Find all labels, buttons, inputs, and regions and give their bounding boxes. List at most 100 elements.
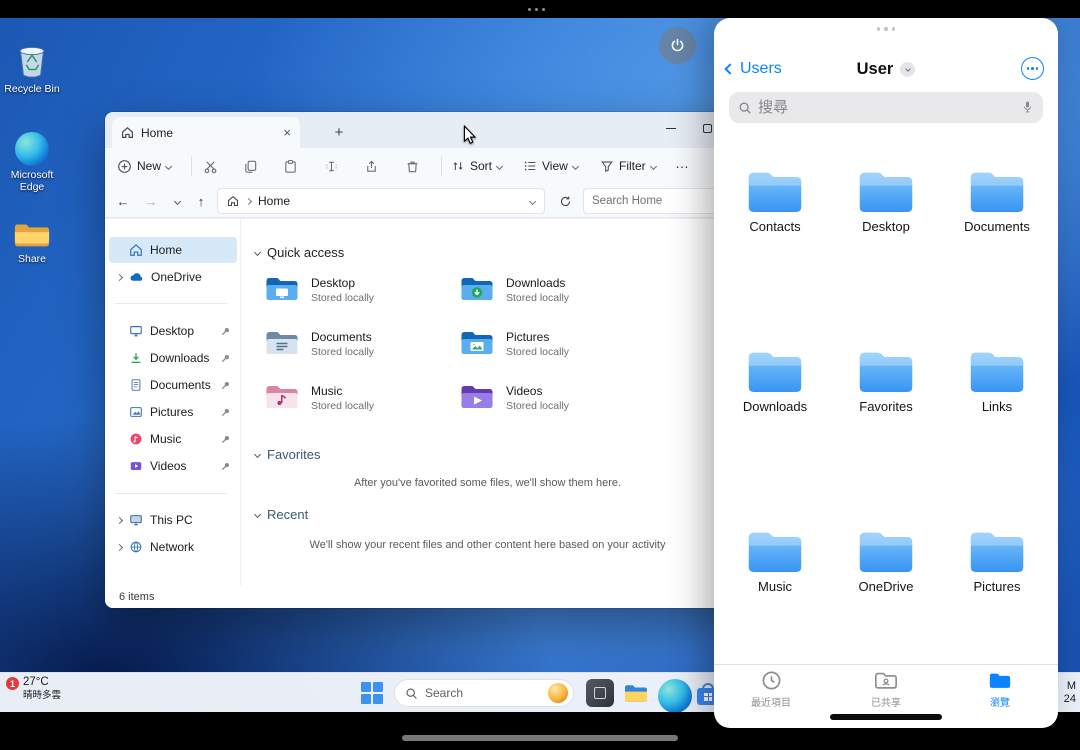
sidebar-item-label: Videos — [150, 459, 186, 473]
sidebar-item-home[interactable]: Home — [109, 237, 237, 263]
folder-item-downloads[interactable]: Downloads — [725, 348, 825, 414]
section-header-quick-access[interactable]: Quick access — [255, 245, 344, 260]
quick-access-item-videos[interactable]: Videos Stored locally — [460, 383, 650, 412]
power-button[interactable] — [659, 27, 696, 64]
rename-button[interactable] — [324, 148, 339, 184]
folder-item-favorites[interactable]: Favorites — [836, 348, 936, 414]
explorer-search-input[interactable] — [592, 195, 734, 207]
paste-icon — [283, 159, 298, 174]
files-app-panel[interactable]: Users User Contacts Desktop Documents Do… — [714, 18, 1058, 728]
quick-access-item-documents[interactable]: DocumentsStored locally — [265, 329, 455, 358]
refresh-button[interactable] — [553, 189, 577, 213]
ios-folder-icon — [747, 168, 803, 214]
copy-button[interactable] — [243, 148, 258, 184]
taskbar-search[interactable]: Search — [394, 679, 574, 707]
section-header-recent[interactable]: Recent — [255, 507, 308, 522]
sidebar-item-this-pc[interactable]: This PC — [109, 507, 237, 533]
sort-button[interactable]: Sort — [451, 148, 502, 184]
filter-button[interactable]: Filter — [600, 148, 656, 184]
files-title-group[interactable]: User — [714, 54, 1058, 84]
sidebar-item-music[interactable]: Music — [109, 426, 237, 452]
sidebar-item-downloads[interactable]: Downloads — [109, 345, 237, 371]
sidebar-item-desktop[interactable]: Desktop — [109, 318, 237, 344]
sidebar-item-label: Documents — [150, 378, 211, 392]
more-icon: … — [675, 155, 690, 171]
home-indicator[interactable] — [402, 735, 678, 741]
sidebar-item-pictures[interactable]: Pictures — [109, 399, 237, 425]
documents-folder-icon — [265, 329, 299, 357]
weather-widget[interactable]: 1 27°C 晴時多雲 — [6, 676, 61, 702]
more-options-button[interactable] — [1021, 57, 1044, 80]
music-folder-icon — [265, 383, 299, 411]
chevron-down-icon[interactable] — [529, 197, 536, 204]
explorer-tab-home[interactable]: Home × — [112, 117, 300, 148]
sidebar-item-onedrive[interactable]: OneDrive — [109, 264, 237, 290]
title-menu-icon[interactable] — [900, 62, 915, 77]
toolbar-more-button[interactable]: … — [675, 148, 690, 184]
pin-icon — [220, 461, 231, 472]
microphone-icon[interactable] — [1021, 99, 1034, 116]
back-button[interactable]: ← — [111, 189, 135, 213]
taskbar-app-dark-icon[interactable] — [586, 679, 614, 707]
stage-manager-menu-icon[interactable] — [528, 8, 545, 11]
quick-access-item-music[interactable]: MusicStored locally — [265, 383, 455, 412]
sidebar-item-network[interactable]: Network — [109, 534, 237, 560]
up-button[interactable]: ↑ — [189, 189, 213, 213]
window-menu-icon[interactable] — [714, 27, 1058, 31]
quick-access-item-desktop[interactable]: DesktopStored locally — [265, 275, 455, 304]
chevron-down-icon — [254, 451, 261, 458]
item-subtitle: Stored locally — [506, 400, 569, 412]
desktop-icon-recycle-bin[interactable]: Recycle Bin — [2, 42, 62, 95]
maximize-icon — [703, 124, 712, 133]
desktop-icon-share[interactable]: Share — [2, 220, 62, 265]
folder-item-onedrive[interactable]: OneDrive — [836, 528, 936, 594]
window-resize-handle[interactable] — [830, 714, 942, 720]
desktop-folder-icon — [265, 275, 299, 303]
tab-browse[interactable]: 瀏覽 — [959, 670, 1041, 709]
new-tab-button[interactable]: + — [327, 120, 351, 144]
item-name: Music — [311, 384, 374, 398]
new-button[interactable]: New — [117, 148, 171, 184]
folder-item-pictures[interactable]: Pictures — [947, 528, 1047, 594]
taskbar-edge[interactable] — [658, 679, 686, 707]
network-globe-icon — [129, 540, 143, 554]
close-tab-icon[interactable]: × — [283, 126, 291, 139]
tab-shared[interactable]: 已共享 — [845, 670, 927, 709]
files-search-input[interactable] — [758, 99, 1015, 116]
ios-folder-icon — [969, 348, 1025, 394]
folder-item-links[interactable]: Links — [947, 348, 1047, 414]
folder-item-music[interactable]: Music — [725, 528, 825, 594]
cut-button[interactable] — [203, 148, 218, 184]
delete-button[interactable] — [405, 148, 420, 184]
mouse-cursor — [463, 125, 477, 145]
chevron-right-icon[interactable] — [116, 273, 123, 280]
sidebar-item-videos[interactable]: Videos — [109, 453, 237, 479]
tab-recents[interactable]: 最近項目 — [730, 670, 812, 709]
chevron-right-icon[interactable] — [116, 516, 123, 523]
recent-locations-button[interactable] — [165, 189, 189, 213]
explorer-toolbar: New — [105, 148, 748, 184]
chevron-down-icon — [650, 162, 657, 169]
paste-button[interactable] — [283, 148, 298, 184]
forward-button[interactable]: → — [139, 189, 163, 213]
section-header-favorites[interactable]: Favorites — [255, 447, 320, 462]
sidebar-item-documents[interactable]: Documents — [109, 372, 237, 398]
folder-item-contacts[interactable]: Contacts — [725, 168, 825, 234]
breadcrumb-item[interactable]: Home — [258, 194, 290, 208]
item-name: Videos — [506, 384, 569, 398]
folder-item-desktop[interactable]: Desktop — [836, 168, 936, 234]
quick-access-item-downloads[interactable]: DownloadsStored locally — [460, 275, 650, 304]
files-search-bar[interactable] — [729, 92, 1043, 123]
sidebar-separator — [115, 303, 227, 304]
share-button[interactable] — [364, 148, 379, 184]
desktop-icon-edge[interactable]: Microsoft Edge — [2, 132, 62, 193]
quick-access-item-pictures[interactable]: PicturesStored locally — [460, 329, 650, 358]
breadcrumb[interactable]: Home — [217, 188, 545, 214]
pictures-folder-icon — [460, 329, 494, 357]
start-button[interactable] — [358, 679, 386, 707]
taskbar-file-explorer[interactable] — [622, 679, 650, 707]
view-button[interactable]: View — [523, 148, 578, 184]
chevron-right-icon[interactable] — [116, 543, 123, 550]
folder-item-documents[interactable]: Documents — [947, 168, 1047, 234]
file-explorer-window[interactable]: Home × + × New — [105, 112, 748, 608]
